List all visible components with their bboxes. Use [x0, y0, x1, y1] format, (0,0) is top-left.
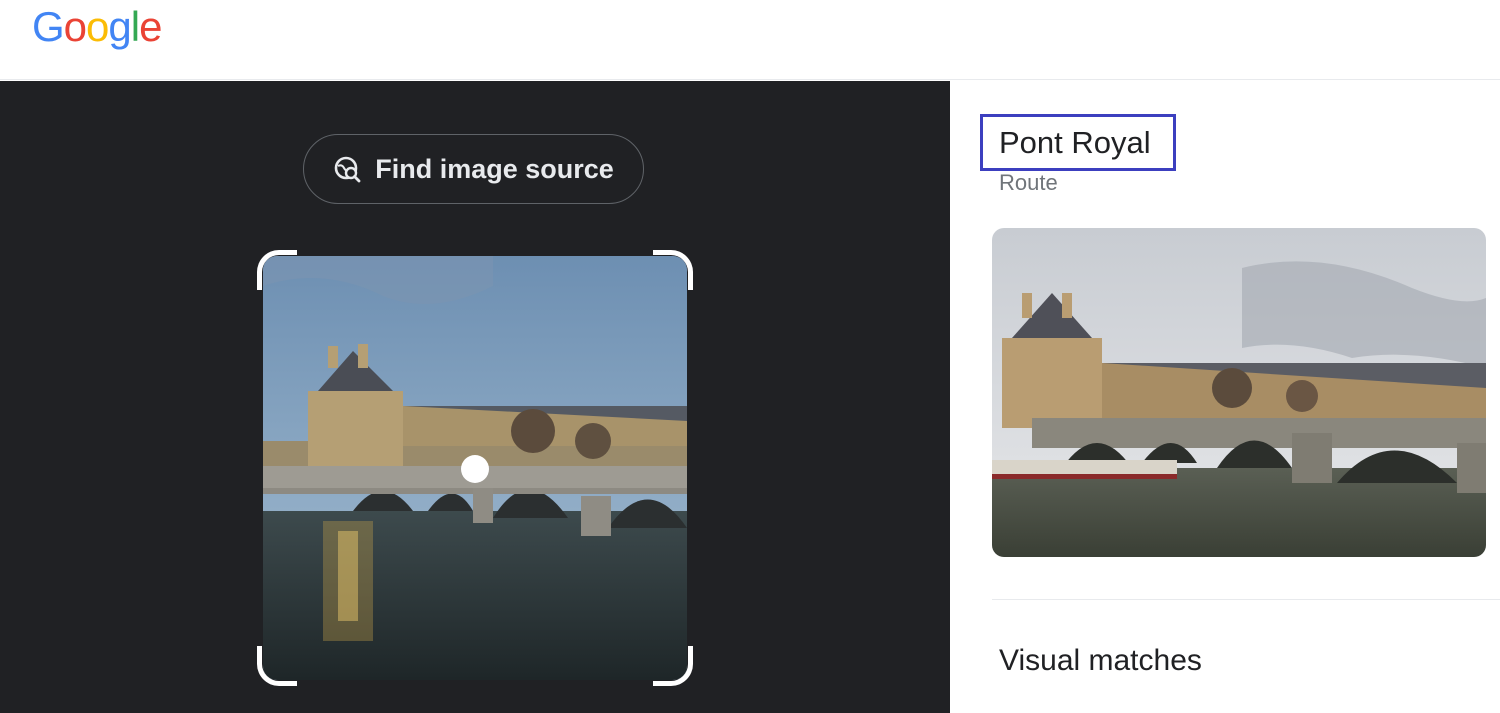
google-logo[interactable]: Google — [32, 2, 162, 52]
result-photo[interactable] — [992, 228, 1486, 557]
find-image-source-label: Find image source — [375, 153, 614, 184]
crop-corner-bottom-right[interactable] — [653, 646, 693, 686]
image-search-icon — [334, 156, 361, 183]
object-selector-dot[interactable] — [461, 455, 489, 483]
logo-letter: o — [86, 3, 109, 50]
logo-letter: o — [63, 3, 87, 50]
result-title[interactable]: Pont Royal — [999, 125, 1151, 161]
result-photo-svg — [992, 228, 1486, 557]
crop-corner-bottom-left[interactable] — [257, 646, 297, 686]
image-panel: Find image source — [0, 81, 950, 713]
logo-letter: e — [139, 3, 162, 50]
header: Google — [0, 0, 1500, 80]
crop-region[interactable] — [257, 250, 693, 686]
section-divider — [992, 599, 1500, 600]
crop-corner-top-left[interactable] — [257, 250, 297, 290]
results-panel: Pont Royal Route Visual matches — [950, 81, 1500, 713]
find-image-source-button[interactable]: Find image source — [303, 134, 644, 204]
logo-letter: G — [32, 3, 65, 50]
logo-letter: g — [108, 3, 131, 50]
logo-letter: l — [130, 3, 140, 50]
result-subtitle: Route — [999, 170, 1058, 195]
crop-corner-top-right[interactable] — [653, 250, 693, 290]
visual-matches-heading: Visual matches — [999, 644, 1202, 677]
